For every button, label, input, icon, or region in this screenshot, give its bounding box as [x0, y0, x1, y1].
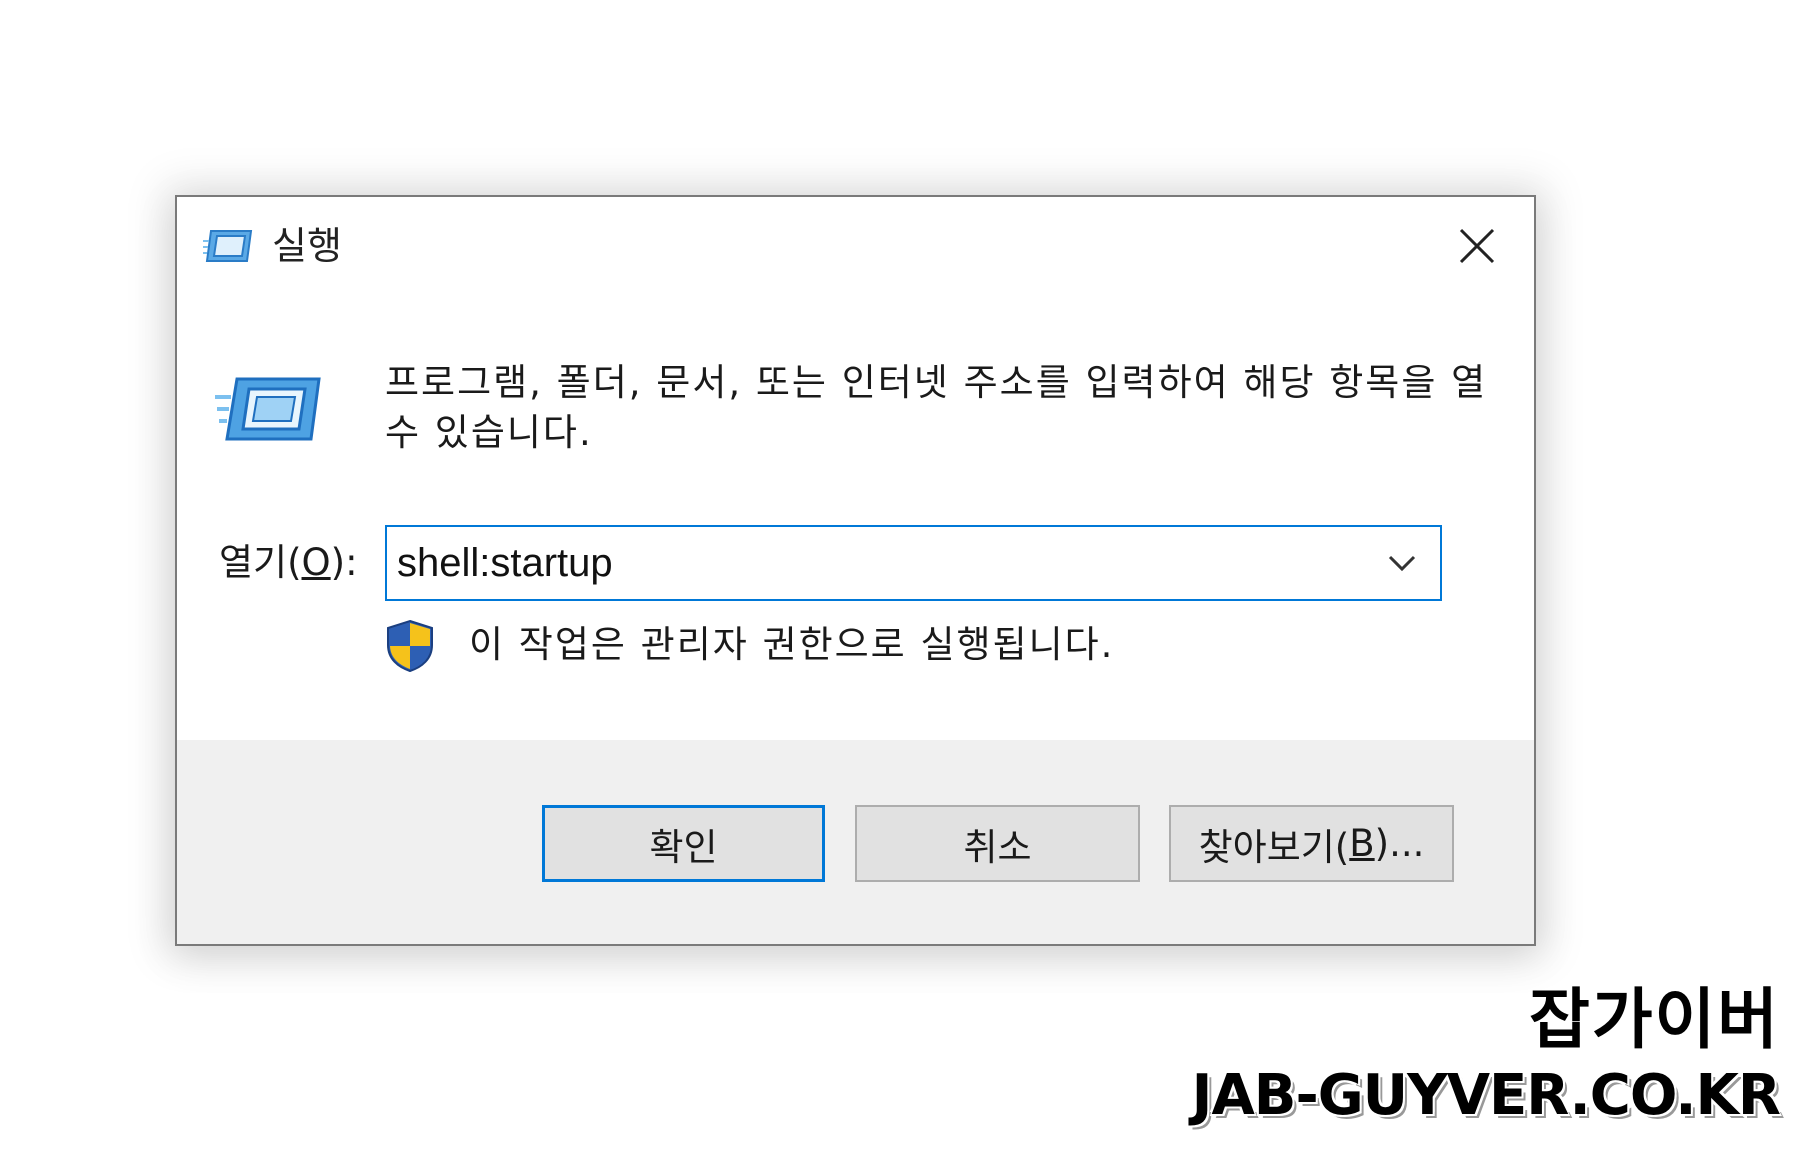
close-icon	[1459, 228, 1495, 264]
title-bar[interactable]: 실행	[177, 197, 1534, 295]
dialog-description: 프로그램, 폴더, 문서, 또는 인터넷 주소를 입력하여 해당 항목을 열 수…	[385, 361, 1488, 454]
run-large-icon	[215, 373, 325, 447]
site-watermark: 잡가이버 JAB-GUYVER.CO.KR	[1191, 980, 1781, 1132]
dialog-body: 프로그램, 폴더, 문서, 또는 인터넷 주소를 입력하여 해당 항목을 열 수…	[177, 295, 1534, 740]
open-label-accesskey: O	[301, 541, 331, 584]
open-combobox[interactable]	[385, 525, 1442, 601]
dialog-footer: 확인 취소 찾아보기(B)...	[177, 740, 1534, 944]
cancel-button[interactable]: 취소	[855, 805, 1140, 882]
watermark-brand: 잡가이버	[1529, 981, 1780, 1058]
watermark-url: JAB-GUYVER.CO.KR	[1191, 1063, 1781, 1128]
open-label: 열기(O):	[219, 538, 358, 588]
dropdown-button[interactable]	[1370, 531, 1434, 595]
browse-label-prefix: 찾아보기(	[1198, 825, 1350, 869]
browse-button[interactable]: 찾아보기(B)...	[1169, 805, 1454, 882]
dialog-title: 실행	[272, 224, 342, 268]
open-input[interactable]	[397, 531, 1357, 595]
admin-notice: 이 작업은 관리자 권한으로 실행됩니다.	[469, 623, 1115, 666]
open-label-prefix: 열기(	[219, 541, 302, 584]
browse-label-accesskey: B	[1349, 822, 1375, 865]
chevron-down-icon	[1388, 555, 1416, 572]
browse-label-suffix: )...	[1374, 822, 1425, 865]
ok-button[interactable]: 확인	[542, 805, 825, 882]
open-label-suffix: ):	[330, 541, 358, 584]
run-icon	[203, 227, 255, 267]
uac-shield-icon	[385, 619, 435, 673]
run-dialog: 실행 프로그램, 폴더, 문서, 또는 인터넷 주소를 입력하여 해당 항목을 …	[175, 195, 1536, 946]
close-button[interactable]	[1422, 197, 1532, 295]
